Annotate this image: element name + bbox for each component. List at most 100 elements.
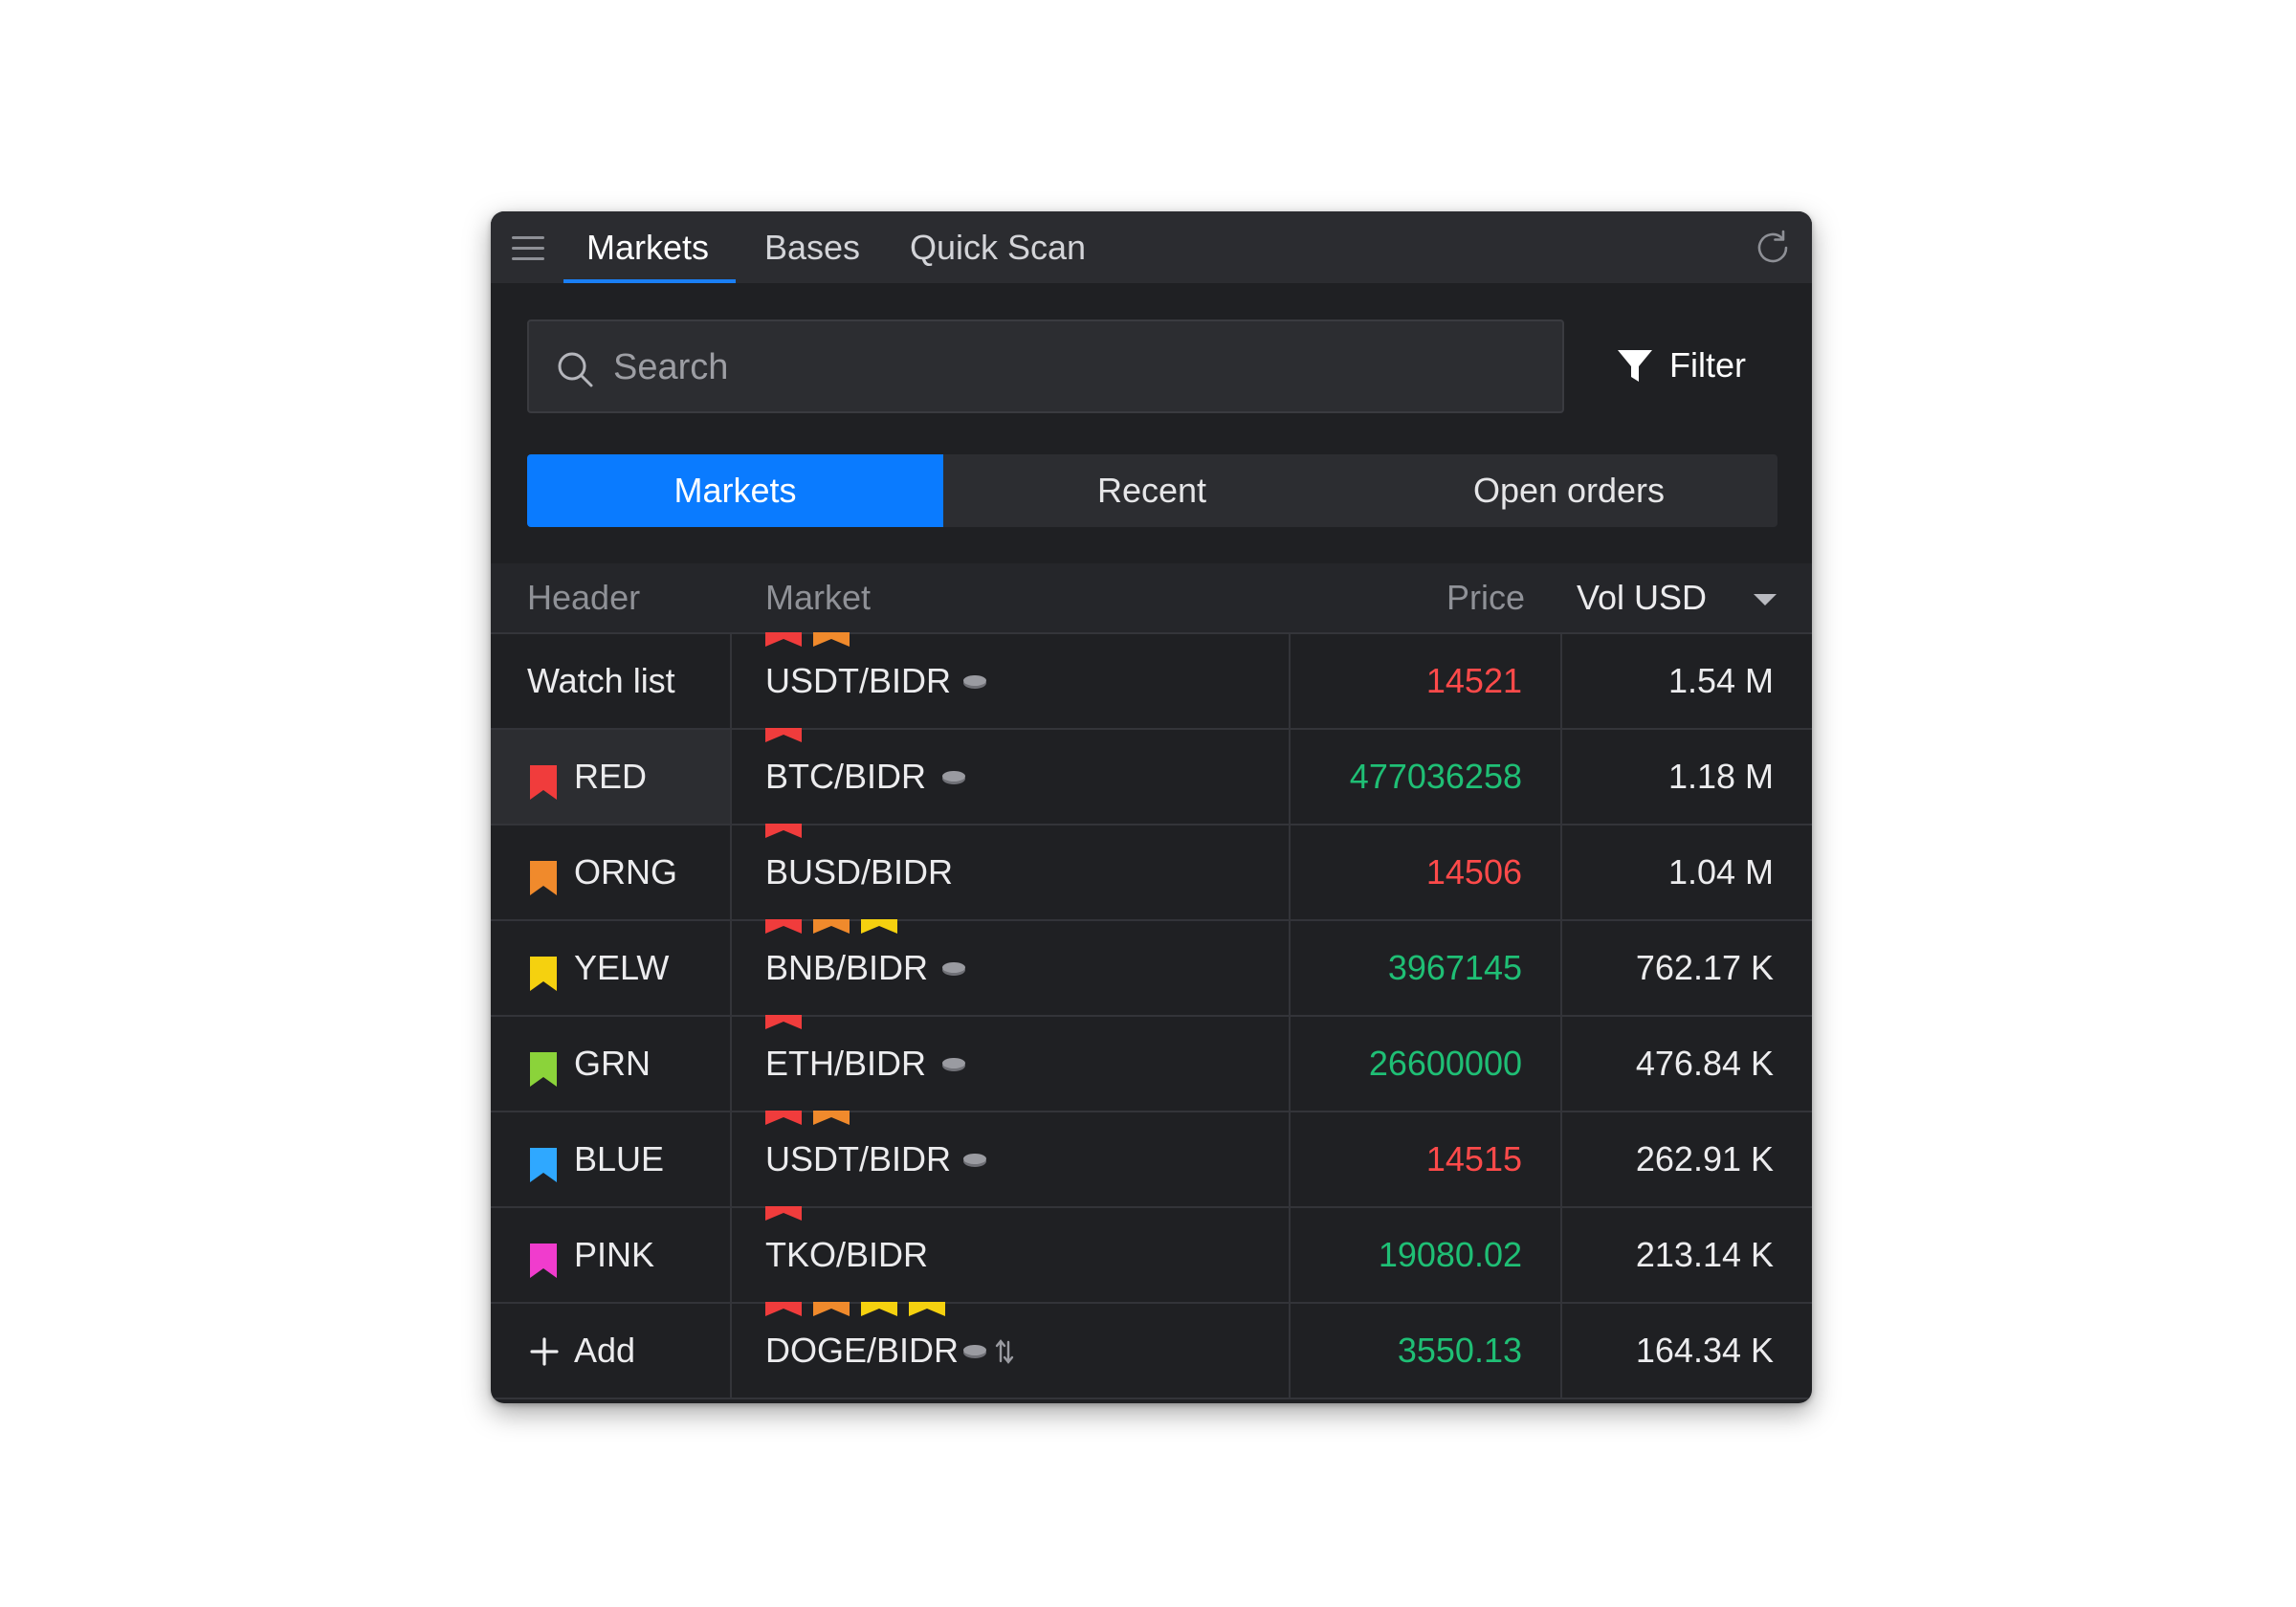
price-value: 3550.13 (1397, 1331, 1522, 1370)
menu-icon[interactable] (512, 234, 546, 261)
side-list-orng[interactable]: ORNG (491, 826, 732, 919)
market-cell[interactable]: BTC/BIDR (732, 728, 1291, 824)
market-cell[interactable]: ETH/BIDR (732, 1015, 1291, 1111)
active-tab-indicator (563, 279, 736, 283)
coin-icon (962, 1345, 986, 1358)
volume-cell: 762.17 K (1562, 921, 1812, 1015)
price-cell: 14515 (1291, 1112, 1562, 1206)
column-header-price[interactable]: Price (1446, 563, 1525, 632)
table-row[interactable]: GRN ETH/BIDR 26600000 476.84 K (491, 1015, 1812, 1112)
price-cell: 3967145 (1291, 921, 1562, 1015)
price-value: 14515 (1425, 1139, 1522, 1178)
refresh-icon[interactable] (1753, 228, 1793, 268)
market-pair: TKO/BIDR (765, 1235, 929, 1274)
coin-icon (962, 1154, 986, 1167)
add-list-button[interactable]: Add (491, 1304, 732, 1398)
volume-value: 213.14 K (1635, 1235, 1774, 1274)
table-row[interactable]: Add DOGE/BIDR 3550.13 164.34 K (491, 1302, 1812, 1399)
volume-value: 476.84 K (1635, 1044, 1774, 1083)
plus-icon (530, 1337, 559, 1366)
market-cell[interactable]: TKO/BIDR (732, 1206, 1291, 1302)
side-item-label: RED (574, 757, 648, 796)
coin-icon (962, 675, 986, 689)
tab-quick-scan[interactable]: Quick Scan (910, 211, 1086, 283)
segment-markets[interactable]: Markets (527, 454, 943, 527)
coin-icon (942, 962, 965, 976)
volume-value: 164.34 K (1635, 1331, 1774, 1370)
table-row[interactable]: RED BTC/BIDR 477036258 1.18 M (491, 728, 1812, 826)
bookmark-icon (530, 1244, 557, 1278)
volume-value: 1.54 M (1667, 661, 1774, 700)
side-watch-list[interactable]: Watch list (491, 634, 732, 728)
side-item-label: GRN (574, 1044, 651, 1083)
tab-markets[interactable]: Markets (586, 211, 709, 283)
search-box (527, 319, 1564, 413)
volume-cell: 1.04 M (1562, 826, 1812, 919)
volume-cell: 213.14 K (1562, 1208, 1812, 1302)
table-header: Header Market Price Vol USD (491, 563, 1812, 634)
market-pair: ETH/BIDR (765, 1044, 927, 1083)
price-value: 3967145 (1387, 948, 1522, 987)
market-pair: BNB/BIDR (765, 948, 929, 987)
volume-cell: 1.54 M (1562, 634, 1812, 728)
table-row[interactable]: ORNG BUSD/BIDR 14506 1.04 M (491, 824, 1812, 921)
volume-value: 1.04 M (1667, 852, 1774, 892)
price-cell: 477036258 (1291, 730, 1562, 824)
market-cell[interactable]: DOGE/BIDR (732, 1302, 1291, 1398)
column-header-vol-usd[interactable]: Vol USD (1577, 563, 1707, 632)
segment-recent[interactable]: Recent (943, 454, 1360, 527)
price-value: 14521 (1425, 661, 1522, 700)
sort-desc-icon[interactable] (1754, 594, 1777, 605)
coin-icon (942, 1058, 965, 1071)
market-pair: USDT/BIDR (765, 661, 952, 700)
search-input[interactable] (611, 321, 1534, 413)
market-cell[interactable]: BUSD/BIDR (732, 824, 1291, 919)
bookmark-icon (530, 957, 557, 991)
market-pair: USDT/BIDR (765, 1139, 952, 1178)
side-list-red[interactable]: RED (491, 730, 732, 824)
column-header-market[interactable]: Market (765, 563, 871, 632)
side-list-yelw[interactable]: YELW (491, 921, 732, 1015)
bookmark-icon (530, 1052, 557, 1087)
price-cell: 3550.13 (1291, 1304, 1562, 1398)
column-header-header: Header (527, 578, 641, 617)
price-value: 19080.02 (1378, 1235, 1522, 1274)
side-list-pink[interactable]: PINK (491, 1208, 732, 1302)
table-row[interactable]: PINK TKO/BIDR 19080.02 213.14 K (491, 1206, 1812, 1304)
side-list-blue[interactable]: BLUE (491, 1112, 732, 1206)
price-cell: 26600000 (1291, 1017, 1562, 1111)
table-row[interactable]: YELW BNB/BIDR 3967145 762.17 K (491, 919, 1812, 1017)
market-cell[interactable]: USDT/BIDR (732, 632, 1291, 728)
side-item-label: YELW (574, 948, 670, 987)
table-row[interactable]: Watch list USDT/BIDR 14521 1.54 M (491, 632, 1812, 730)
price-value: 26600000 (1368, 1044, 1522, 1083)
volume-value: 262.91 K (1635, 1139, 1774, 1178)
volume-value: 762.17 K (1635, 948, 1774, 987)
markets-panel: Markets Bases Quick Scan Filter Markets … (491, 211, 1812, 1403)
volume-cell: 262.91 K (1562, 1112, 1812, 1206)
volume-cell: 476.84 K (1562, 1017, 1812, 1111)
view-segmented-control: Markets Recent Open orders (527, 454, 1777, 527)
bookmark-icon (530, 861, 557, 895)
market-cell[interactable]: BNB/BIDR (732, 919, 1291, 1015)
market-cell[interactable]: USDT/BIDR (732, 1111, 1291, 1206)
market-pair: BUSD/BIDR (765, 852, 954, 892)
price-cell: 14521 (1291, 634, 1562, 728)
filter-label: Filter (1669, 345, 1746, 385)
market-pair: DOGE/BIDR (765, 1331, 960, 1370)
side-item-label: PINK (574, 1235, 655, 1274)
tab-bases[interactable]: Bases (764, 211, 860, 283)
side-item-label: Add (574, 1331, 636, 1370)
price-cell: 19080.02 (1291, 1208, 1562, 1302)
side-item-label: Watch list (527, 661, 675, 700)
table-row[interactable]: BLUE USDT/BIDR 14515 262.91 K (491, 1111, 1812, 1208)
segment-open-orders[interactable]: Open orders (1360, 454, 1777, 527)
search-icon (558, 352, 593, 387)
top-bar: Markets Bases Quick Scan (491, 211, 1812, 283)
side-item-label: BLUE (574, 1139, 665, 1178)
side-list-grn[interactable]: GRN (491, 1017, 732, 1111)
swap-arrows-icon (995, 1339, 1013, 1364)
bookmark-icon (530, 1148, 557, 1182)
filter-icon (1618, 350, 1652, 382)
price-cell: 14506 (1291, 826, 1562, 919)
